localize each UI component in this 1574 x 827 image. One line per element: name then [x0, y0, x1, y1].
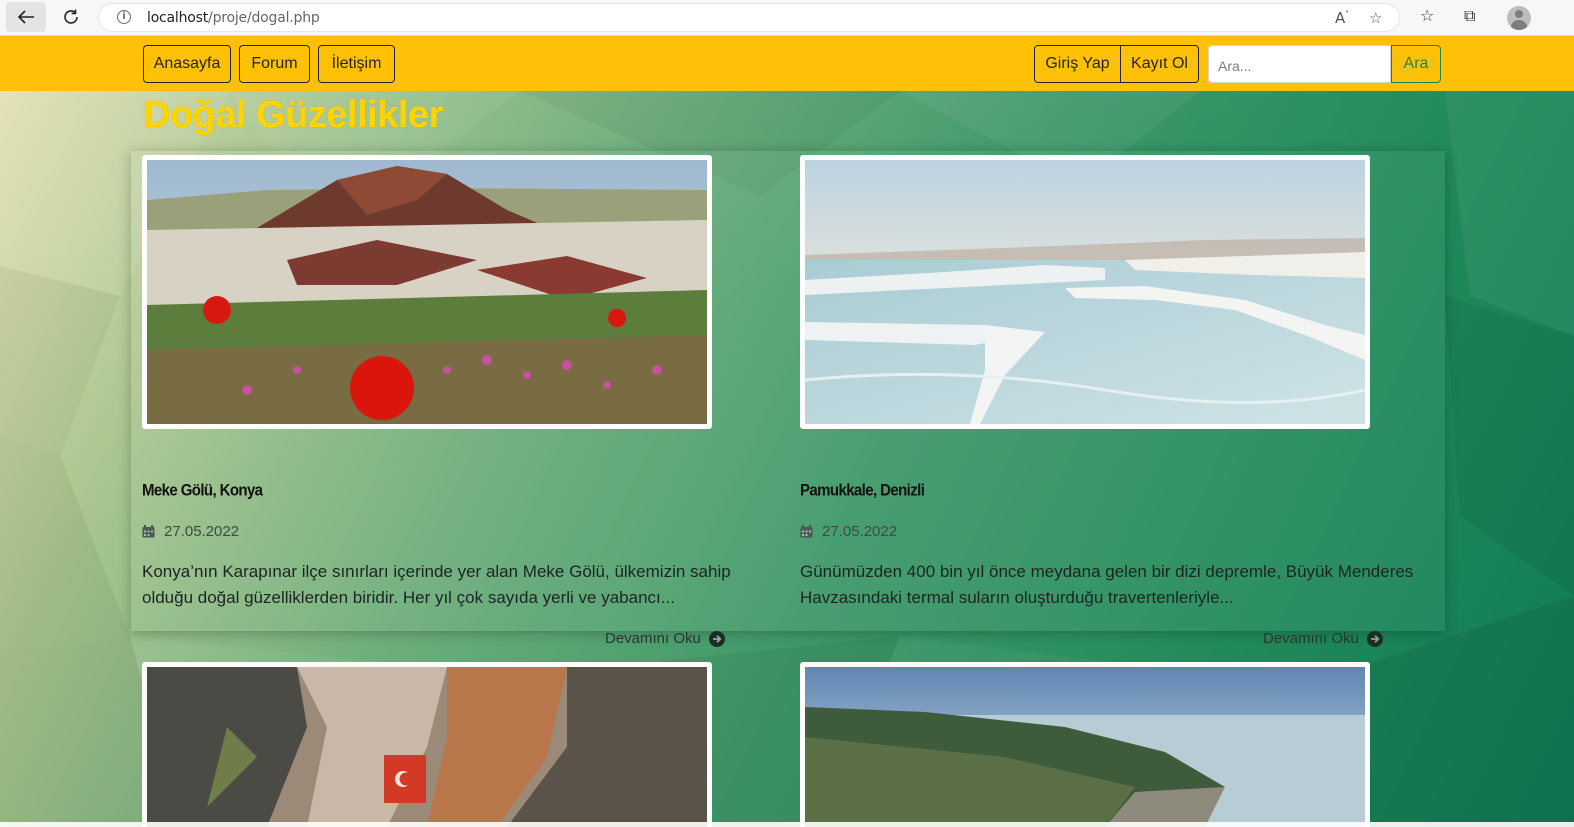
- card-date: 27.05.2022: [142, 523, 239, 540]
- top-navbar: Anasayfa Forum İletişim Giriş Yap Kayıt …: [0, 36, 1574, 91]
- nav-forum-button[interactable]: Forum: [239, 45, 310, 83]
- back-arrow-icon: [17, 10, 34, 24]
- calendar-icon: [142, 525, 155, 538]
- login-button[interactable]: Giriş Yap: [1034, 45, 1121, 83]
- card-title[interactable]: Pamukkale, Denizli: [800, 481, 925, 499]
- card-excerpt: Konya’nın Karapınar ilçe sınırları içeri…: [142, 562, 731, 607]
- read-more-label: Devamını Oku: [605, 630, 701, 647]
- card-image-pamukkale[interactable]: [800, 155, 1370, 429]
- url-text: localhost/proje/dogal.php: [147, 10, 320, 26]
- calendar-icon: [800, 525, 813, 538]
- reload-button[interactable]: [51, 2, 91, 32]
- card-title[interactable]: Meke Gölü, Konya: [142, 481, 263, 499]
- arrow-circle-right-icon: [708, 630, 725, 647]
- card-image-canyon[interactable]: [142, 662, 712, 827]
- reload-icon: [64, 9, 78, 24]
- read-more-link[interactable]: Devamını Oku: [1263, 630, 1383, 647]
- page-title: Doğal Güzellikler: [143, 94, 443, 136]
- card-image-coast[interactable]: [800, 662, 1370, 827]
- read-more-label: Devamını Oku: [1263, 630, 1359, 647]
- nav-contact-button[interactable]: İletişim: [318, 45, 395, 83]
- read-more-link[interactable]: Devamını Oku: [605, 630, 725, 647]
- url-path: /proje/dogal.php: [208, 10, 320, 26]
- search-button[interactable]: Ara: [1391, 45, 1441, 83]
- card-date: 27.05.2022: [800, 523, 897, 540]
- nav-home-button[interactable]: Anasayfa: [143, 45, 231, 83]
- browser-toolbar: i localhost/proje/dogal.php Aʺ ☆ ☆ ⧉: [0, 0, 1574, 36]
- add-favorite-icon[interactable]: ☆: [1369, 9, 1382, 27]
- card-excerpt: Günümüzden 400 bin yıl önce meydana gele…: [800, 562, 1414, 607]
- card-image-meke[interactable]: [142, 155, 712, 429]
- site-info-icon[interactable]: i: [117, 10, 131, 24]
- collections-icon[interactable]: ⧉: [1464, 6, 1475, 26]
- page-body: Anasayfa Forum İletişim Giriş Yap Kayıt …: [0, 36, 1574, 827]
- card-date-text: 27.05.2022: [164, 523, 240, 540]
- bottom-edge: [0, 822, 1574, 827]
- arrow-circle-right-icon: [1366, 630, 1383, 647]
- register-button[interactable]: Kayıt Ol: [1120, 45, 1199, 83]
- address-bar[interactable]: i localhost/proje/dogal.php Aʺ ☆: [98, 3, 1400, 32]
- read-aloud-icon[interactable]: Aʺ: [1335, 9, 1349, 27]
- url-host: localhost: [147, 10, 209, 26]
- search-input[interactable]: Ara...: [1208, 45, 1391, 83]
- profile-avatar-icon[interactable]: [1507, 6, 1531, 30]
- card-date-text: 27.05.2022: [822, 523, 898, 540]
- favorites-icon[interactable]: ☆: [1420, 6, 1434, 25]
- back-button[interactable]: [6, 2, 46, 32]
